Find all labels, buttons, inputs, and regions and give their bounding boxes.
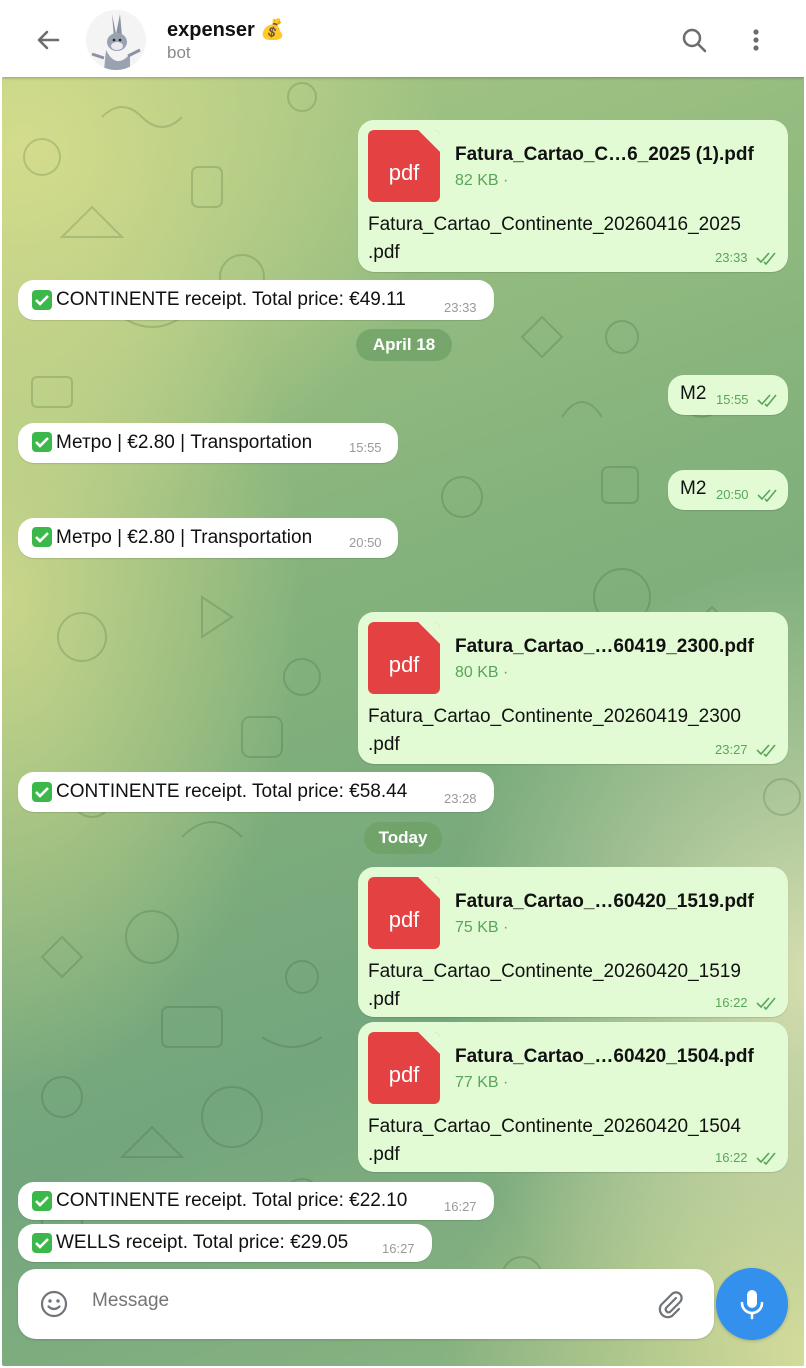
rabbit-avatar-icon: [86, 10, 146, 70]
pdf-file-icon[interactable]: pdf: [368, 877, 440, 949]
file-size: 80 KB ·: [455, 664, 509, 681]
incoming-text-message[interactable]: CONTINENTE receipt. Total price: €49.11 …: [18, 280, 494, 320]
caption-line: .pdf: [368, 734, 400, 755]
chat-title[interactable]: expenser 💰: [167, 17, 285, 42]
voice-record-button[interactable]: [716, 1268, 788, 1340]
message-time: 23:33: [444, 300, 477, 315]
message-time: 16:22: [715, 1150, 748, 1165]
message-text: WELLS receipt. Total price: €29.05: [56, 1232, 349, 1253]
double-check-icon: [756, 997, 776, 1010]
pdf-file-icon[interactable]: pdf: [368, 1032, 440, 1104]
incoming-text-message[interactable]: Метро | €2.80 | Transportation 15:55: [18, 423, 398, 463]
caption-line: Fatura_Cartao_Continente_20260420_1504: [368, 1116, 741, 1137]
chat-subtitle: bot: [167, 43, 191, 62]
outgoing-file-message[interactable]: pdf Fatura_Cartao_…60419_2300.pdf 80 KB …: [358, 612, 788, 764]
search-icon[interactable]: [678, 24, 710, 56]
double-check-icon: [756, 744, 776, 757]
chat-header: expenser 💰 bot: [2, 2, 804, 77]
pdf-file-type-label: pdf: [388, 652, 420, 677]
caption-line: .pdf: [368, 242, 400, 263]
money-bag-emoji: 💰: [260, 19, 286, 41]
file-caption: Fatura_Cartao_Continente_20260419_2300 .…: [368, 703, 741, 759]
file-name: Fatura_Cartao_…60419_2300.pdf: [455, 636, 754, 657]
back-arrow-icon[interactable]: [32, 24, 64, 56]
incoming-text-message[interactable]: CONTINENTE receipt. Total price: €58.44 …: [18, 772, 494, 812]
outgoing-file-message[interactable]: pdf Fatura_Cartao_…60420_1519.pdf 75 KB …: [358, 867, 788, 1017]
pdf-file-icon[interactable]: pdf: [368, 622, 440, 694]
pdf-file-icon[interactable]: pdf: [368, 130, 440, 202]
caption-line: .pdf: [368, 989, 400, 1010]
message-time: 15:55: [716, 392, 749, 407]
check-mark-emoji-icon: [32, 1233, 52, 1253]
chat-title-text: expenser: [167, 19, 255, 41]
outgoing-text-message[interactable]: M2 20:50: [668, 470, 788, 510]
microphone-icon: [740, 1290, 764, 1320]
message-time: 23:28: [444, 791, 477, 806]
caption-line: Fatura_Cartao_Continente_20260419_2300: [368, 706, 741, 727]
message-text: Метро | €2.80 | Transportation: [56, 527, 313, 548]
message-time: 20:50: [349, 535, 382, 550]
message-input[interactable]: [92, 1290, 632, 1312]
message-time: 15:55: [349, 440, 382, 455]
double-check-icon: [756, 1152, 776, 1165]
file-name: Fatura_Cartao_…60420_1504.pdf: [455, 1046, 754, 1067]
check-mark-emoji-icon: [32, 1191, 52, 1211]
check-mark-emoji-icon: [32, 527, 52, 547]
double-check-icon: [757, 394, 777, 407]
caption-line: Fatura_Cartao_Continente_20260420_1519: [368, 961, 741, 982]
file-size: 82 KB ·: [455, 172, 509, 189]
message-time: 16:27: [444, 1199, 477, 1214]
incoming-text-message[interactable]: CONTINENTE receipt. Total price: €22.10 …: [18, 1182, 494, 1220]
attach-icon[interactable]: [654, 1288, 686, 1320]
check-mark-emoji-icon: [32, 782, 52, 802]
outgoing-file-message[interactable]: pdf Fatura_Cartao_C…6_2025 (1).pdf 82 KB…: [358, 120, 788, 272]
double-check-icon: [756, 252, 776, 265]
caption-line: .pdf: [368, 1144, 400, 1165]
emoji-icon[interactable]: [38, 1288, 70, 1320]
date-separator: Today: [364, 822, 442, 854]
telegram-chat-window: expenser 💰 bot pdf Fatura_Cartao_C…6_202…: [2, 2, 804, 1366]
caption-line: Fatura_Cartao_Continente_20260416_2025: [368, 214, 741, 235]
file-size: 75 KB ·: [455, 919, 509, 936]
more-vertical-icon[interactable]: [740, 24, 772, 56]
pdf-file-type-label: pdf: [388, 160, 420, 185]
incoming-text-message[interactable]: WELLS receipt. Total price: €29.05 16:27: [18, 1224, 432, 1262]
file-caption: Fatura_Cartao_Continente_20260420_1519 .…: [368, 958, 741, 1014]
outgoing-file-message[interactable]: pdf Fatura_Cartao_…60420_1504.pdf 77 KB …: [358, 1022, 788, 1172]
date-separator: April 18: [356, 329, 452, 361]
bot-avatar[interactable]: [86, 10, 146, 70]
file-name: Fatura_Cartao_C…6_2025 (1).pdf: [455, 144, 754, 165]
message-text: Метро | €2.80 | Transportation: [56, 432, 313, 453]
file-caption: Fatura_Cartao_Continente_20260420_1504 .…: [368, 1113, 741, 1169]
message-time: 16:22: [715, 995, 748, 1010]
message-composer: [18, 1269, 714, 1339]
outgoing-text-message[interactable]: M2 15:55: [668, 375, 788, 415]
message-text: M2: [680, 478, 707, 499]
pdf-file-type-label: pdf: [388, 1062, 420, 1087]
message-text: M2: [680, 383, 707, 404]
double-check-icon: [757, 489, 777, 502]
message-text: CONTINENTE receipt. Total price: €49.11: [56, 289, 406, 310]
message-time: 16:27: [382, 1241, 415, 1256]
message-time: 20:50: [716, 487, 749, 502]
message-time: 23:27: [715, 742, 748, 757]
check-mark-emoji-icon: [32, 290, 52, 310]
incoming-text-message[interactable]: Метро | €2.80 | Transportation 20:50: [18, 518, 398, 558]
file-caption: Fatura_Cartao_Continente_20260416_2025 .…: [368, 211, 741, 267]
message-time: 23:33: [715, 250, 748, 265]
message-list[interactable]: pdf Fatura_Cartao_C…6_2025 (1).pdf 82 KB…: [2, 77, 804, 1366]
check-mark-emoji-icon: [32, 432, 52, 452]
message-text: CONTINENTE receipt. Total price: €22.10: [56, 1190, 408, 1211]
message-text: CONTINENTE receipt. Total price: €58.44: [56, 781, 408, 802]
file-size: 77 KB ·: [455, 1074, 509, 1091]
pdf-file-type-label: pdf: [388, 907, 420, 932]
file-name: Fatura_Cartao_…60420_1519.pdf: [455, 891, 754, 912]
